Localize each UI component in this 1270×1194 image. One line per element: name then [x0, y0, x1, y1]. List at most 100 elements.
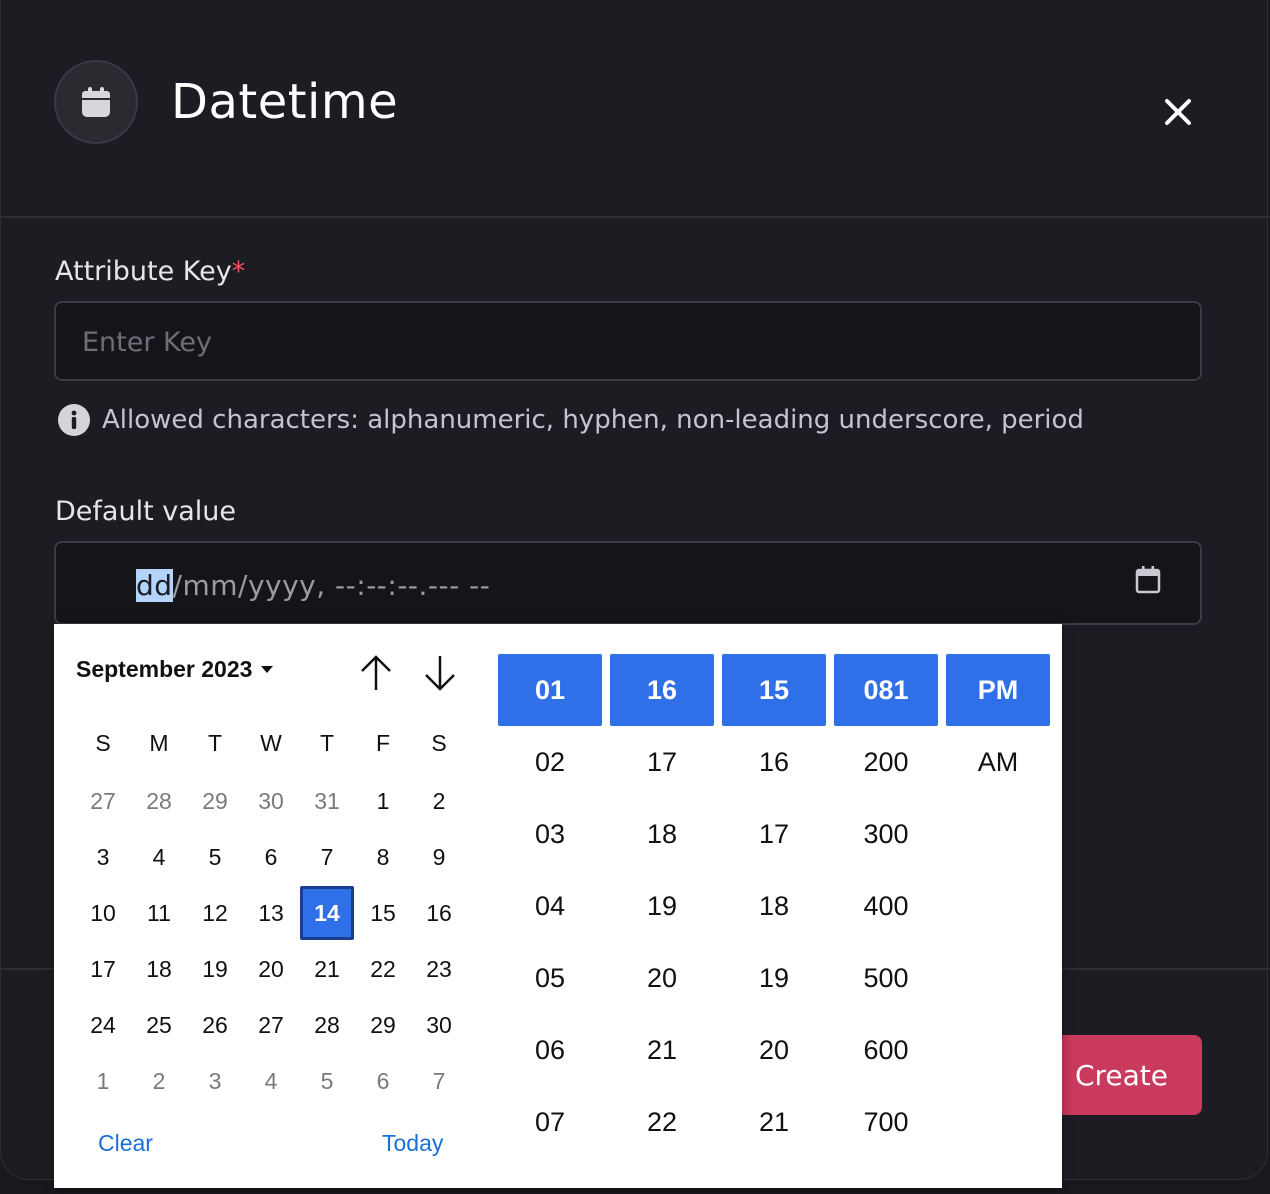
day-cell[interactable]: 8	[356, 830, 410, 884]
day-cell[interactable]: 13	[244, 886, 298, 940]
day-cell[interactable]: 3	[76, 830, 130, 884]
second-option[interactable]: 15	[722, 654, 826, 726]
attribute-key-label: Attribute Key*	[55, 256, 246, 287]
day-cell[interactable]: 30	[412, 998, 466, 1052]
day-cell[interactable]: 7	[300, 830, 354, 884]
minute-option[interactable]: 20	[610, 942, 714, 1014]
modal-title: Datetime	[171, 74, 399, 130]
hour-option[interactable]: 04	[498, 870, 602, 942]
day-cell[interactable]: 19	[188, 942, 242, 996]
second-option[interactable]: 19	[722, 942, 826, 1014]
minute-option[interactable]: 22	[610, 1086, 714, 1158]
day-cell[interactable]: 31	[300, 774, 354, 828]
weekday-label: S	[95, 730, 111, 756]
millisecond-option[interactable]: 200	[834, 726, 938, 798]
hour-option[interactable]: 07	[498, 1086, 602, 1158]
close-icon[interactable]	[1154, 88, 1202, 136]
hint-text: Allowed characters: alphanumeric, hyphen…	[102, 405, 1084, 435]
minute-option[interactable]: 21	[610, 1014, 714, 1086]
day-cell[interactable]: 1	[76, 1054, 130, 1108]
ampm-option[interactable]: AM	[946, 726, 1050, 798]
ampm-option[interactable]: PM	[946, 654, 1050, 726]
ampm-column: PM AM	[946, 654, 1050, 798]
day-cell[interactable]: 22	[356, 942, 410, 996]
day-cell[interactable]: 27	[244, 998, 298, 1052]
hour-option[interactable]: 02	[498, 726, 602, 798]
key-hint: Allowed characters: alphanumeric, hyphen…	[58, 404, 1084, 436]
month-year-label: September 2023	[76, 656, 253, 682]
day-cell[interactable]: 27	[76, 774, 130, 828]
day-cell[interactable]: 29	[356, 998, 410, 1052]
day-cell[interactable]: 28	[132, 774, 186, 828]
day-cell[interactable]: 30	[244, 774, 298, 828]
millisecond-option[interactable]: 600	[834, 1014, 938, 1086]
hour-option[interactable]: 06	[498, 1014, 602, 1086]
create-button[interactable]: Create	[1044, 1035, 1202, 1115]
day-cell[interactable]: 4	[244, 1054, 298, 1108]
next-month-arrow-icon[interactable]	[422, 654, 458, 692]
second-option[interactable]: 18	[722, 870, 826, 942]
info-icon	[58, 404, 90, 436]
weekday-label: T	[207, 730, 223, 756]
millisecond-option[interactable]: 081	[834, 654, 938, 726]
day-cell[interactable]: 25	[132, 998, 186, 1052]
day-cell[interactable]: 29	[188, 774, 242, 828]
hour-option[interactable]: 05	[498, 942, 602, 1014]
clear-button[interactable]: Clear	[98, 1130, 153, 1157]
remaining-segments: /mm/yyyy, --:--:--.--- --	[172, 569, 491, 602]
day-cell[interactable]: 6	[244, 830, 298, 884]
day-cell[interactable]: 7	[412, 1054, 466, 1108]
millisecond-option[interactable]: 400	[834, 870, 938, 942]
second-option[interactable]: 20	[722, 1014, 826, 1086]
datetime-segments[interactable]: dd/mm/yyyy, --:--:--.--- --	[136, 569, 490, 602]
minute-option[interactable]: 16	[610, 654, 714, 726]
day-cell[interactable]: 20	[244, 942, 298, 996]
day-cell[interactable]: 23	[412, 942, 466, 996]
weekday-label: S	[431, 730, 447, 756]
default-value-input[interactable]: dd/mm/yyyy, --:--:--.--- --	[54, 541, 1202, 625]
day-cell[interactable]: 5	[188, 830, 242, 884]
second-option[interactable]: 21	[722, 1086, 826, 1158]
day-cell[interactable]: 10	[76, 886, 130, 940]
attribute-key-input[interactable]: Enter Key	[54, 301, 1202, 381]
day-cell[interactable]: 18	[132, 942, 186, 996]
day-cell[interactable]: 17	[76, 942, 130, 996]
day-cell[interactable]: 6	[356, 1054, 410, 1108]
day-cell[interactable]: 15	[356, 886, 410, 940]
day-cell[interactable]: 24	[76, 998, 130, 1052]
day-cell[interactable]: 16	[412, 886, 466, 940]
millisecond-option[interactable]: 300	[834, 798, 938, 870]
day-cell[interactable]: 11	[132, 886, 186, 940]
day-cell[interactable]: 2	[132, 1054, 186, 1108]
second-option[interactable]: 17	[722, 798, 826, 870]
day-cell[interactable]: 12	[188, 886, 242, 940]
second-option[interactable]: 16	[722, 726, 826, 798]
day-cell[interactable]: 9	[412, 830, 466, 884]
day-cell[interactable]: 4	[132, 830, 186, 884]
month-year-selector[interactable]: September 2023	[76, 656, 274, 683]
day-cell[interactable]: 5	[300, 1054, 354, 1108]
required-marker: *	[231, 256, 246, 287]
day-cell[interactable]: 3	[188, 1054, 242, 1108]
day-segment: dd	[136, 569, 173, 602]
previous-month-arrow-icon[interactable]	[358, 654, 394, 692]
day-cell[interactable]: 14	[300, 886, 354, 940]
calendar-icon	[54, 60, 138, 144]
day-cell[interactable]: 2	[412, 774, 466, 828]
day-cell[interactable]: 1	[356, 774, 410, 828]
today-button[interactable]: Today	[382, 1130, 443, 1157]
day-cell[interactable]: 21	[300, 942, 354, 996]
second-column: 15 16 17 18 19 20 21	[722, 654, 826, 1158]
minute-option[interactable]: 18	[610, 798, 714, 870]
millisecond-option[interactable]: 500	[834, 942, 938, 1014]
hour-option[interactable]: 03	[498, 798, 602, 870]
hour-option[interactable]: 01	[498, 654, 602, 726]
day-cell[interactable]: 28	[300, 998, 354, 1052]
millisecond-option[interactable]: 700	[834, 1086, 938, 1158]
minute-option[interactable]: 17	[610, 726, 714, 798]
millisecond-column: 081 200 300 400 500 600 700	[834, 654, 938, 1158]
minute-column: 16 17 18 19 20 21 22	[610, 654, 714, 1158]
minute-option[interactable]: 19	[610, 870, 714, 942]
calendar-picker-icon[interactable]	[1134, 565, 1162, 595]
day-cell[interactable]: 26	[188, 998, 242, 1052]
